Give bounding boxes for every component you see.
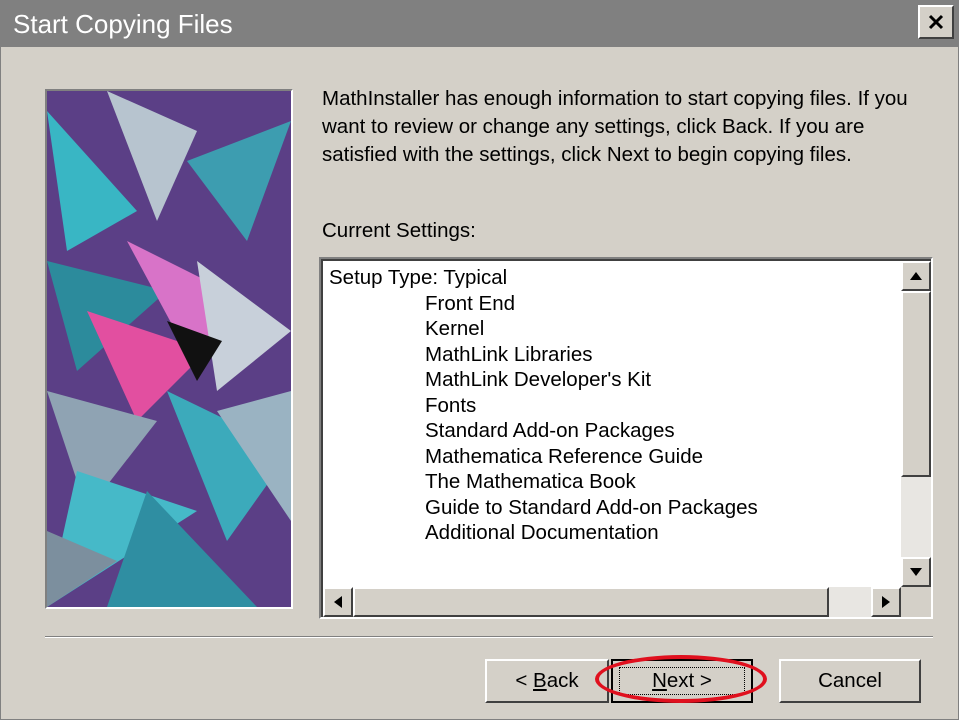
installer-artwork [45,89,293,609]
settings-item: The Mathematica Book [425,470,636,493]
scroll-left-arrow-icon [334,596,342,608]
title-bar[interactable]: Start Copying Files [1,1,958,47]
settings-item: Standard Add-on Packages [425,419,675,442]
button-separator [45,636,933,638]
back-label-prefix: < [515,669,534,692]
next-focus-rect [619,667,745,695]
horizontal-scrollbar[interactable] [323,587,901,617]
settings-list-content: Setup Type: Typical Front End Kernel Mat… [329,265,899,585]
cancel-button[interactable]: Cancel [779,659,921,703]
scroll-right-button[interactable] [871,587,901,617]
settings-item: Kernel [425,317,485,340]
close-icon [928,14,944,30]
scroll-down-button[interactable] [901,557,931,587]
back-label-mnemonic: B [533,669,547,692]
dialog-window: Start Copying Files MathInstaller has en… [0,0,959,720]
settings-item: Guide to Standard Add-on Packages [425,495,758,519]
settings-item: Additional Documentation [425,521,659,544]
scrollbar-corner [901,587,931,617]
horizontal-scroll-thumb[interactable] [353,587,829,617]
settings-item: Fonts [425,393,477,417]
back-label-rest: ack [546,669,579,692]
setup-type-line: Setup Type: Typical [329,266,508,289]
settings-item: MathLink Developer's Kit [425,368,652,391]
current-settings-label: Current Settings: [322,219,476,242]
scroll-left-button[interactable] [323,587,353,617]
vertical-scrollbar[interactable] [901,261,931,587]
settings-item: Mathematica Reference Guide [425,444,704,468]
settings-item: MathLink Libraries [425,342,593,366]
vertical-scroll-thumb[interactable] [901,291,931,477]
flower-illustration [47,91,291,607]
intro-text: MathInstaller has enough information to … [322,87,908,166]
window-title: Start Copying Files [13,9,233,39]
scroll-down-arrow-icon [910,568,922,576]
scroll-right-arrow-icon [882,596,890,608]
current-settings-listbox[interactable]: Setup Type: Typical Front End Kernel Mat… [319,257,933,619]
settings-item: Front End [425,291,516,315]
scroll-up-button[interactable] [901,261,931,291]
back-button[interactable]: < Back [485,659,609,703]
next-button[interactable]: Next > [611,659,753,703]
scroll-up-arrow-icon [910,272,922,280]
close-button[interactable] [918,5,954,39]
